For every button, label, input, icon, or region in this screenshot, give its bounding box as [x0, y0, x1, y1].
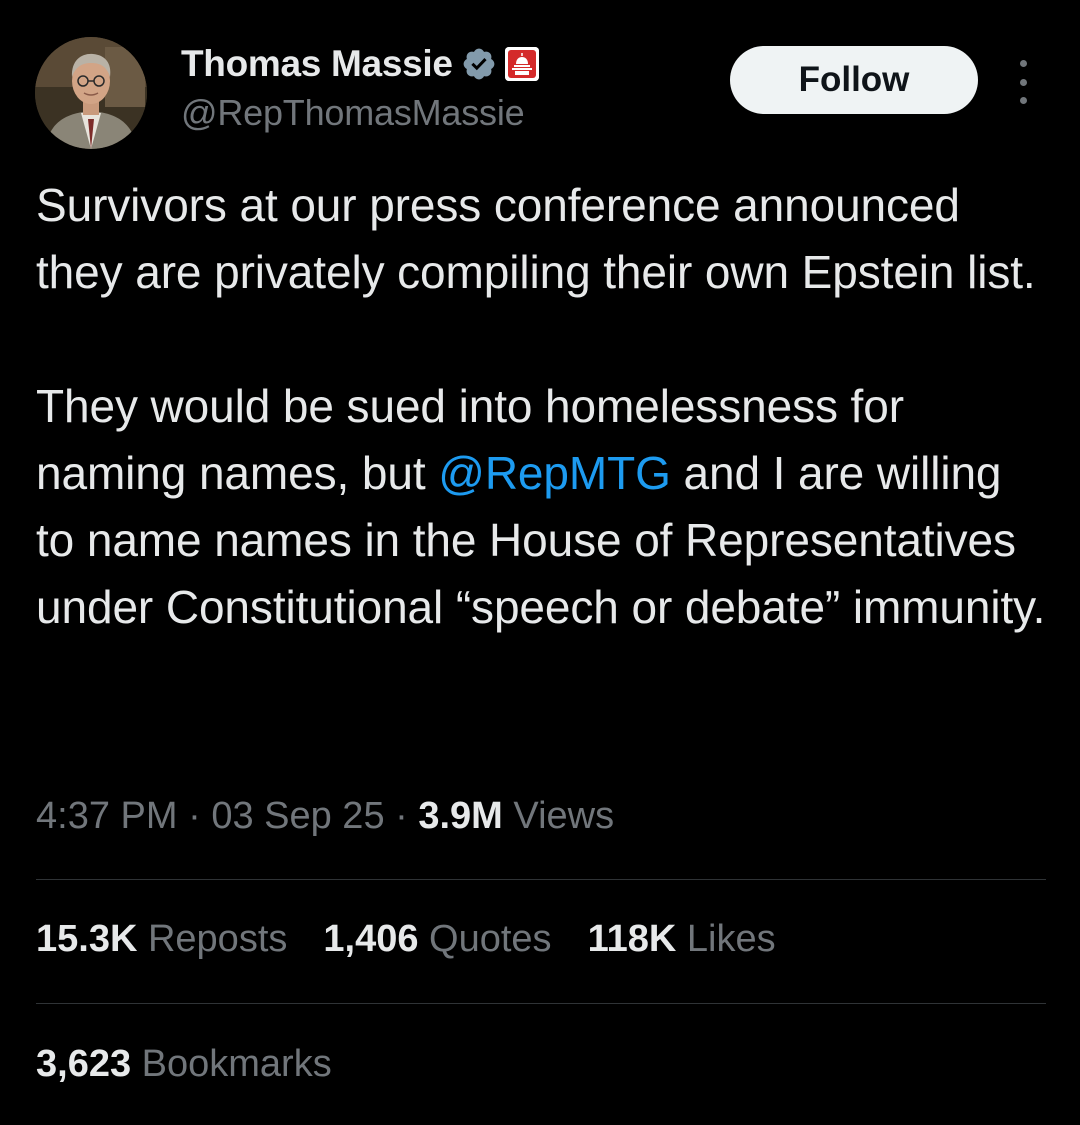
tweet-paragraph-2: They would be sued into homelessness for…	[36, 373, 1046, 641]
divider	[36, 879, 1046, 880]
reposts-stat[interactable]: 15.3K Reposts	[36, 918, 287, 961]
likes-stat[interactable]: 118K Likes	[588, 918, 776, 961]
bookmarks-stat[interactable]: 3,623 Bookmarks	[36, 1043, 332, 1086]
author-name-row: Thomas Massie	[181, 40, 539, 88]
more-dot	[1019, 78, 1027, 86]
likes-count: 118K	[587, 918, 677, 960]
author-handle[interactable]: @RepThomasMassie	[181, 92, 525, 134]
quotes-label: Quotes	[429, 918, 552, 960]
tweet-date[interactable]: 03 Sep 25	[211, 795, 384, 837]
avatar[interactable]	[35, 37, 147, 149]
reposts-count: 15.3K	[36, 918, 138, 960]
follow-button[interactable]: Follow	[730, 46, 978, 114]
author-display-name[interactable]: Thomas Massie	[181, 43, 453, 85]
bookmarks-label: Bookmarks	[141, 1043, 332, 1085]
capitol-icon[interactable]	[504, 47, 539, 81]
divider	[36, 1003, 1046, 1004]
mention-link[interactable]: @RepMTG	[438, 447, 671, 499]
more-vertical-icon[interactable]	[1006, 60, 1040, 104]
likes-label: Likes	[686, 918, 776, 960]
reposts-label: Reposts	[147, 918, 288, 960]
more-dot	[1019, 97, 1027, 104]
views-stat[interactable]: 3.9M Views	[418, 795, 614, 837]
tweet-detail: Thomas Massie @RepThomasMassie Follow Su…	[0, 0, 1080, 1125]
views-count: 3.9M	[418, 795, 503, 837]
bookmarks-stat-inner: 3,623 Bookmarks	[36, 1043, 332, 1085]
tweet-meta: 4:37 PM · 03 Sep 25 · 3.9M Views	[36, 795, 614, 838]
quotes-stat[interactable]: 1,406 Quotes	[323, 918, 551, 961]
bookmarks-count: 3,623	[36, 1043, 132, 1085]
quotes-count: 1,406	[323, 918, 419, 960]
verified-badge-icon[interactable]	[461, 46, 497, 82]
meta-separator: ·	[188, 795, 201, 837]
more-dot	[1019, 60, 1027, 67]
views-label: Views	[513, 795, 615, 837]
avatar-image	[35, 37, 147, 149]
tweet-paragraph-1: Survivors at our press conference announ…	[36, 179, 1036, 298]
tweet-time[interactable]: 4:37 PM	[36, 795, 178, 837]
tweet-text: Survivors at our press conference announ…	[36, 172, 1046, 641]
engagement-stats: 15.3K Reposts 1,406 Quotes 118K Likes	[36, 918, 776, 961]
meta-separator: ·	[395, 795, 408, 837]
